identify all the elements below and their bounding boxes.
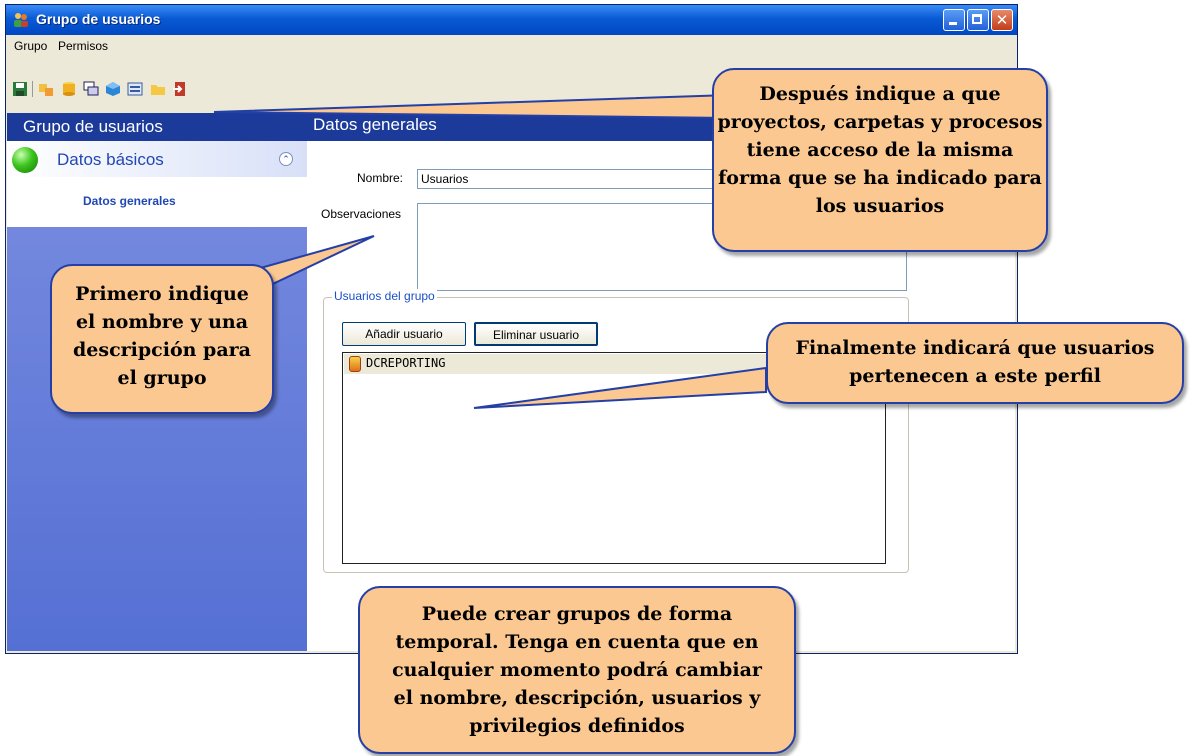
pointer-top-right — [213, 93, 731, 120]
callout-middle-right: Finalmente indicará que usuarios pertene… — [766, 322, 1184, 404]
callout-left: Primero indique el nombre y una descripc… — [50, 264, 274, 414]
callout-top-right-text: Después indique a que proyectos, carpeta… — [717, 83, 1043, 217]
callout-bottom-text: Puede crear grupos de forma temporal. Te… — [392, 603, 762, 737]
pointer-middle-right — [473, 366, 767, 409]
callout-left-text: Primero indique el nombre y una descripc… — [73, 283, 251, 389]
callout-bottom: Puede crear grupos de forma temporal. Te… — [358, 586, 796, 754]
callout-middle-right-text: Finalmente indicará que usuarios pertene… — [795, 337, 1155, 387]
callout-top-right: Después indique a que proyectos, carpeta… — [712, 68, 1048, 252]
